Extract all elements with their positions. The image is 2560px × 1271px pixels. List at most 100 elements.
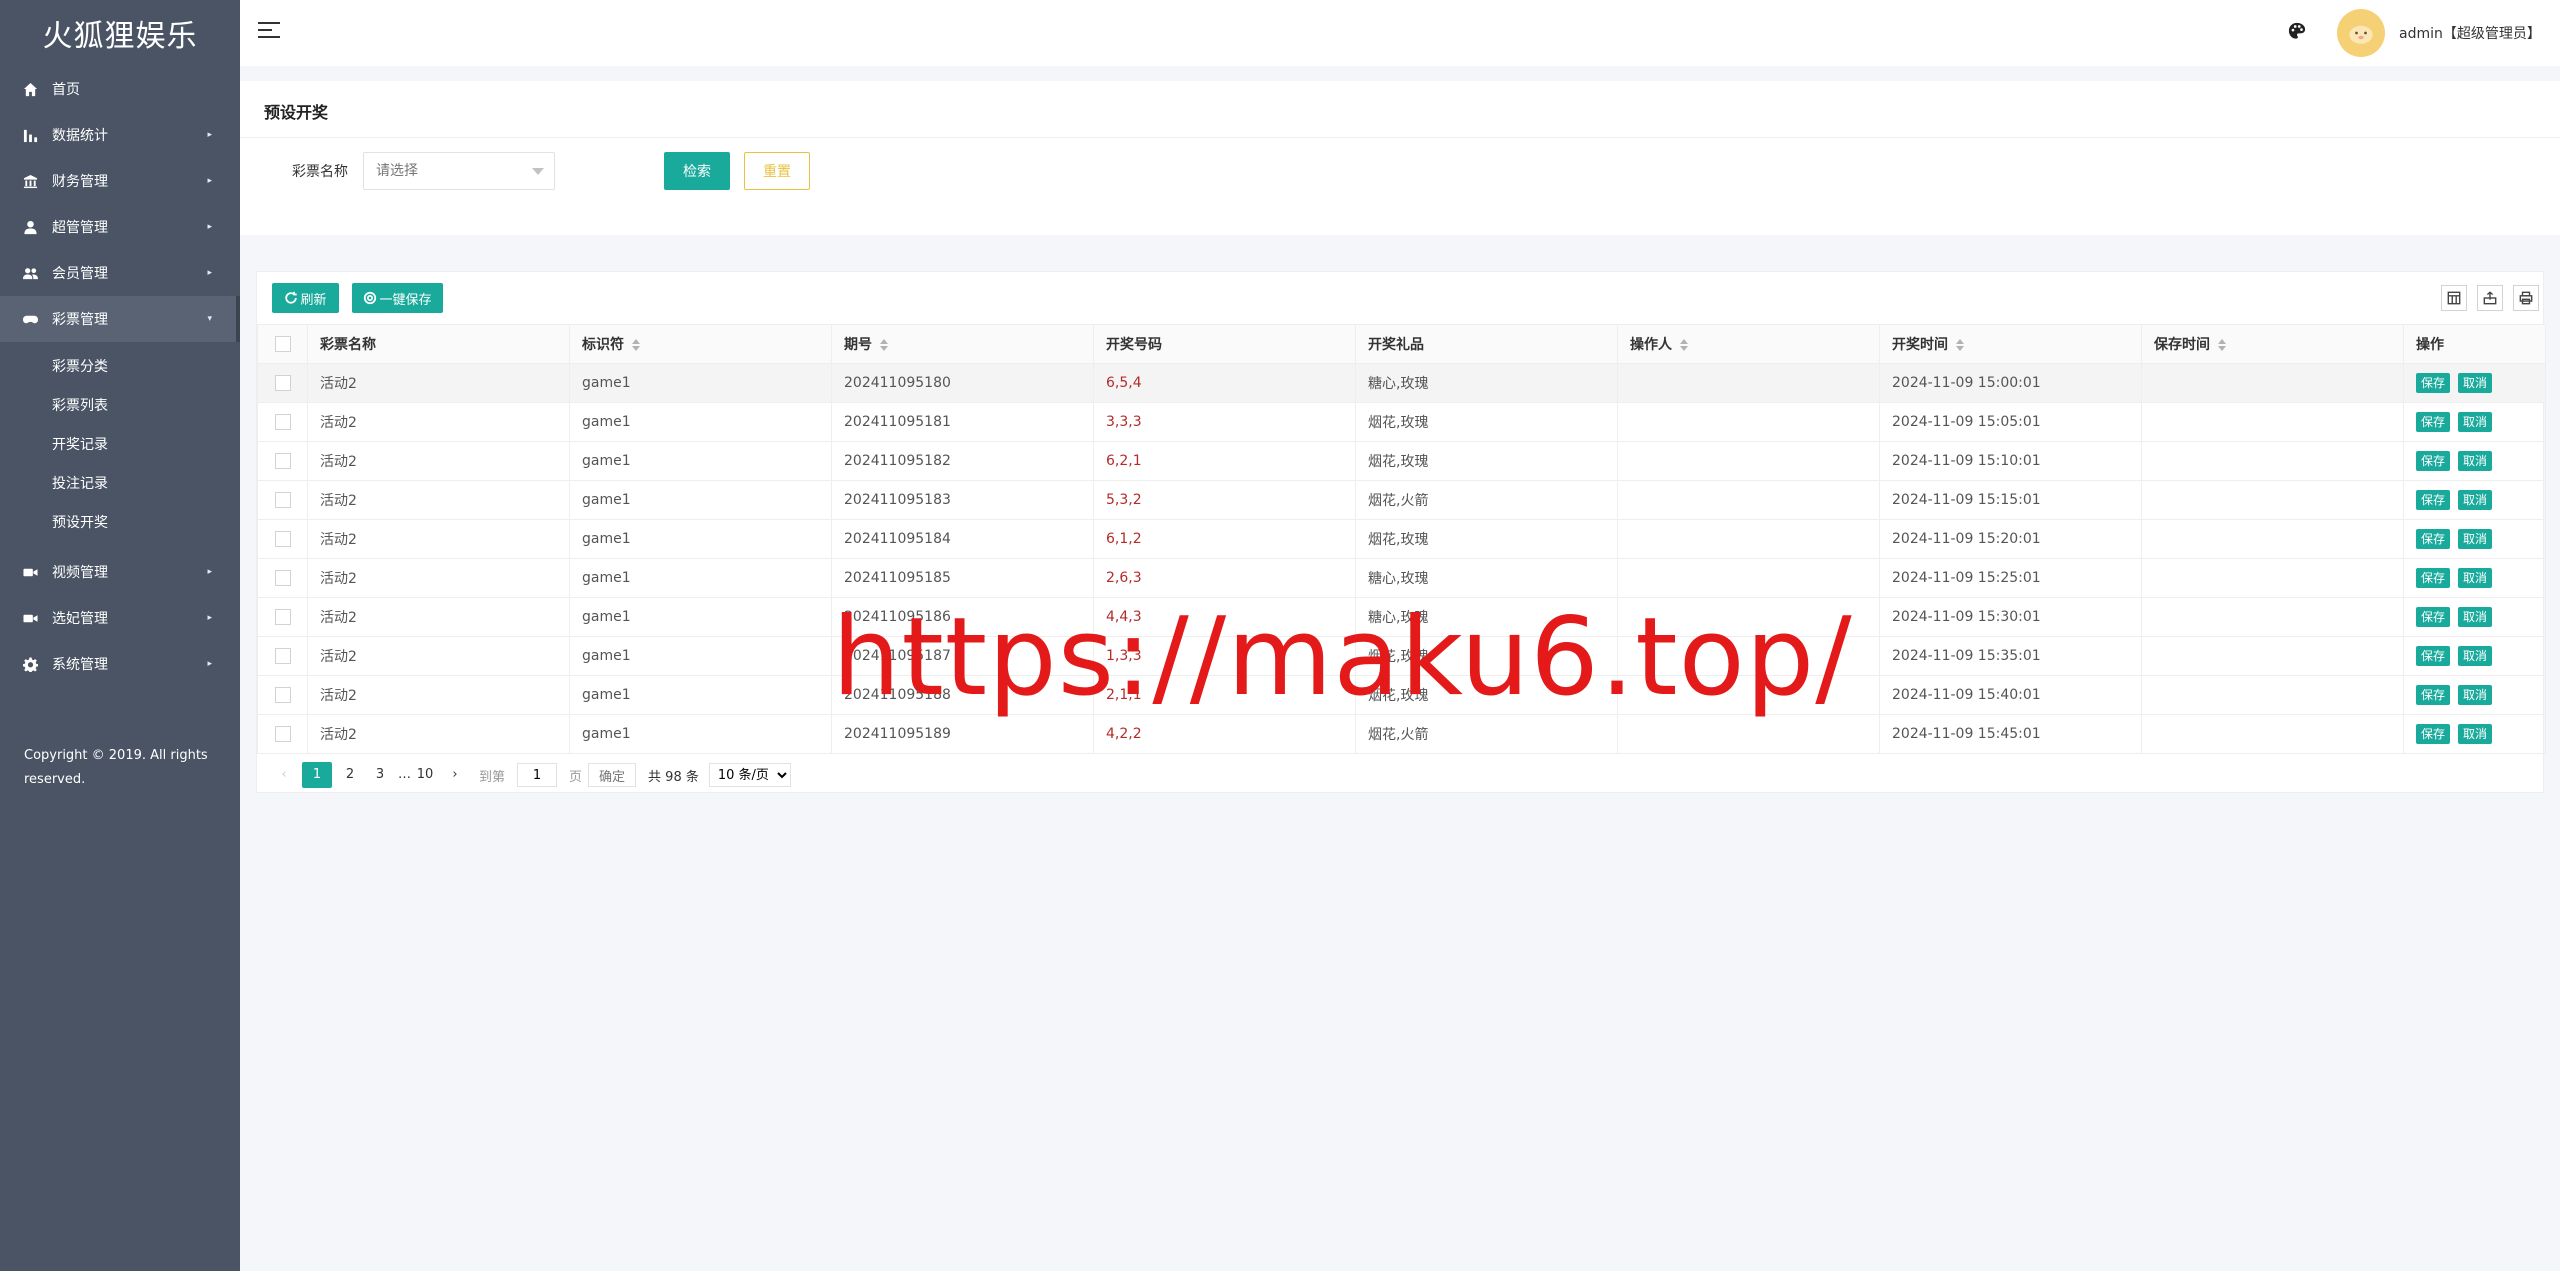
row-cancel-button[interactable]: 取消 — [2458, 568, 2493, 588]
row-cancel-button[interactable]: 取消 — [2458, 412, 2493, 432]
row-save-button[interactable]: 保存 — [2416, 724, 2451, 744]
row-checkbox[interactable] — [274, 531, 291, 547]
print-icon — [2519, 291, 2533, 305]
row-checkbox[interactable] — [274, 492, 291, 508]
row-save-button[interactable]: 保存 — [2416, 412, 2451, 432]
row-cancel-button[interactable]: 取消 — [2458, 685, 2493, 705]
column-header-issue[interactable]: 期号 — [831, 324, 1094, 364]
row-save-button[interactable]: 保存 — [2416, 490, 2451, 510]
subnav-item-bet-records[interactable]: 投注记录 — [0, 463, 240, 502]
page-button-last[interactable]: 10 — [413, 762, 437, 788]
row-save-button[interactable]: 保存 — [2416, 607, 2451, 627]
goto-page-input[interactable] — [517, 763, 558, 787]
row-save-button[interactable]: 保存 — [2416, 568, 2451, 588]
row-cancel-button[interactable]: 取消 — [2458, 373, 2493, 393]
sidebar-item-system[interactable]: 系统管理 ▸ — [0, 641, 240, 687]
goto-confirm-button[interactable]: 确定 — [588, 763, 637, 787]
sort-icon[interactable] — [632, 339, 640, 351]
issue-cell: 202411095185 — [831, 558, 1094, 598]
subnav-item-draw-records[interactable]: 开奖记录 — [0, 424, 240, 463]
avatar[interactable] — [2337, 9, 2385, 57]
subnav-item-preset-draw[interactable]: 预设开奖 — [0, 502, 240, 541]
search-button[interactable]: 检索 — [664, 152, 730, 190]
prev-page-icon[interactable]: ‹ — [272, 762, 296, 788]
row-cancel-button[interactable]: 取消 — [2458, 646, 2493, 666]
column-header-draw-time[interactable]: 开奖时间 — [1879, 324, 2142, 364]
draw-gift-cell: 糖心,玫瑰 — [1355, 558, 1618, 598]
export-button[interactable] — [2477, 285, 2503, 311]
save-all-button[interactable]: 一键保存 — [352, 283, 443, 313]
actions-cell: 保存 取消 — [2403, 675, 2546, 715]
sidebar-item-label: 财务管理 — [52, 174, 108, 190]
row-checkbox[interactable] — [274, 648, 291, 664]
sort-icon[interactable] — [1680, 339, 1688, 351]
page-button-2[interactable]: 2 — [338, 762, 362, 788]
row-cancel-button[interactable]: 取消 — [2458, 529, 2493, 549]
operator-cell — [1617, 363, 1880, 403]
row-save-button[interactable]: 保存 — [2416, 529, 2451, 549]
row-cancel-button[interactable]: 取消 — [2458, 607, 2493, 627]
identifier-cell: game1 — [569, 480, 832, 520]
row-save-button[interactable]: 保存 — [2416, 451, 2451, 471]
page-size-select[interactable]: 10 条/页 — [708, 763, 791, 787]
sidebar-item-concubine[interactable]: 选妃管理 ▸ — [0, 595, 240, 641]
lottery-name-select[interactable]: 请选择 — [363, 152, 555, 190]
sort-icon[interactable] — [1956, 339, 1964, 351]
column-header-save-time[interactable]: 保存时间 — [2141, 324, 2404, 364]
sidebar-item-lottery[interactable]: 彩票管理 ▾ — [0, 296, 240, 342]
search-panel: 预设开奖 彩票名称 请选择 检索 重置 — [240, 81, 2560, 235]
sidebar-item-video[interactable]: 视频管理 ▸ — [0, 549, 240, 595]
next-page-icon[interactable]: › — [443, 762, 467, 788]
draw-number-cell: 4,2,2 — [1093, 714, 1356, 754]
columns-filter-button[interactable] — [2441, 285, 2467, 311]
menu-toggle-icon[interactable] — [258, 22, 280, 44]
row-checkbox[interactable] — [274, 570, 291, 586]
row-checkbox[interactable] — [274, 726, 291, 742]
row-save-button[interactable]: 保存 — [2416, 373, 2451, 393]
sidebar-item-finance[interactable]: 财务管理 ▸ — [0, 158, 240, 204]
issue-cell: 202411095180 — [831, 363, 1094, 403]
preset-draw-table: 彩票名称 标识符 期号 开奖号码 开奖礼品 操作人 开奖时间 保存时间 操作 活… — [257, 324, 2546, 754]
print-button[interactable] — [2513, 285, 2539, 311]
sidebar-item-members[interactable]: 会员管理 ▸ — [0, 250, 240, 296]
user-name[interactable]: admin【超级管理员】 — [2399, 23, 2541, 43]
copyright: Copyright © 2019. All rights reserved. — [24, 748, 208, 787]
table-panel: 刷新 一键保存 彩票名称 标识符 期号 开奖号码 开奖礼品 操作人 开奖时间 保… — [256, 271, 2546, 793]
page-button-1[interactable]: 1 — [302, 762, 332, 788]
row-checkbox[interactable] — [274, 609, 291, 625]
palette-icon[interactable] — [2288, 22, 2310, 44]
row-save-button[interactable]: 保存 — [2416, 646, 2451, 666]
reset-button[interactable]: 重置 — [744, 152, 810, 190]
row-checkbox[interactable] — [274, 375, 291, 391]
subnav-item-lottery-category[interactable]: 彩票分类 — [0, 346, 240, 385]
row-checkbox[interactable] — [274, 414, 291, 430]
subnav-item-lottery-list[interactable]: 彩票列表 — [0, 385, 240, 424]
lottery-name-cell: 活动2 — [307, 363, 570, 403]
row-cancel-button[interactable]: 取消 — [2458, 490, 2493, 510]
row-cancel-button[interactable]: 取消 — [2458, 724, 2493, 744]
refresh-button[interactable]: 刷新 — [272, 283, 339, 313]
row-save-button[interactable]: 保存 — [2416, 685, 2451, 705]
column-header-operator[interactable]: 操作人 — [1617, 324, 1880, 364]
sidebar-item-superadmin[interactable]: 超管管理 ▸ — [0, 204, 240, 250]
sort-icon[interactable] — [880, 339, 888, 351]
row-checkbox[interactable] — [274, 687, 291, 703]
row-select-cell — [257, 558, 308, 598]
lottery-name-label: 彩票名称 — [292, 164, 348, 180]
draw-time-cell: 2024-11-09 15:05:01 — [1879, 402, 2142, 442]
identifier-cell: game1 — [569, 636, 832, 676]
page-button-3[interactable]: 3 — [368, 762, 392, 788]
actions-cell: 保存 取消 — [2403, 597, 2546, 637]
select-all-checkbox[interactable] — [274, 336, 291, 352]
identifier-cell: game1 — [569, 402, 832, 442]
column-header-identifier[interactable]: 标识符 — [569, 324, 832, 364]
row-cancel-button[interactable]: 取消 — [2458, 451, 2493, 471]
sort-icon[interactable] — [2218, 339, 2226, 351]
gear-icon — [364, 291, 377, 305]
table-row: 活动2 game1 202411095180 6,5,4 糖心,玫瑰 2024-11-09… — [257, 363, 2546, 403]
sidebar-item-stats[interactable]: 数据统计 ▸ — [0, 112, 240, 158]
sidebar-item-home[interactable]: 首页 — [0, 66, 240, 112]
draw-gift-cell: 烟花,玫瑰 — [1355, 402, 1618, 442]
draw-time-cell: 2024-11-09 15:30:01 — [1879, 597, 2142, 637]
row-checkbox[interactable] — [274, 453, 291, 469]
